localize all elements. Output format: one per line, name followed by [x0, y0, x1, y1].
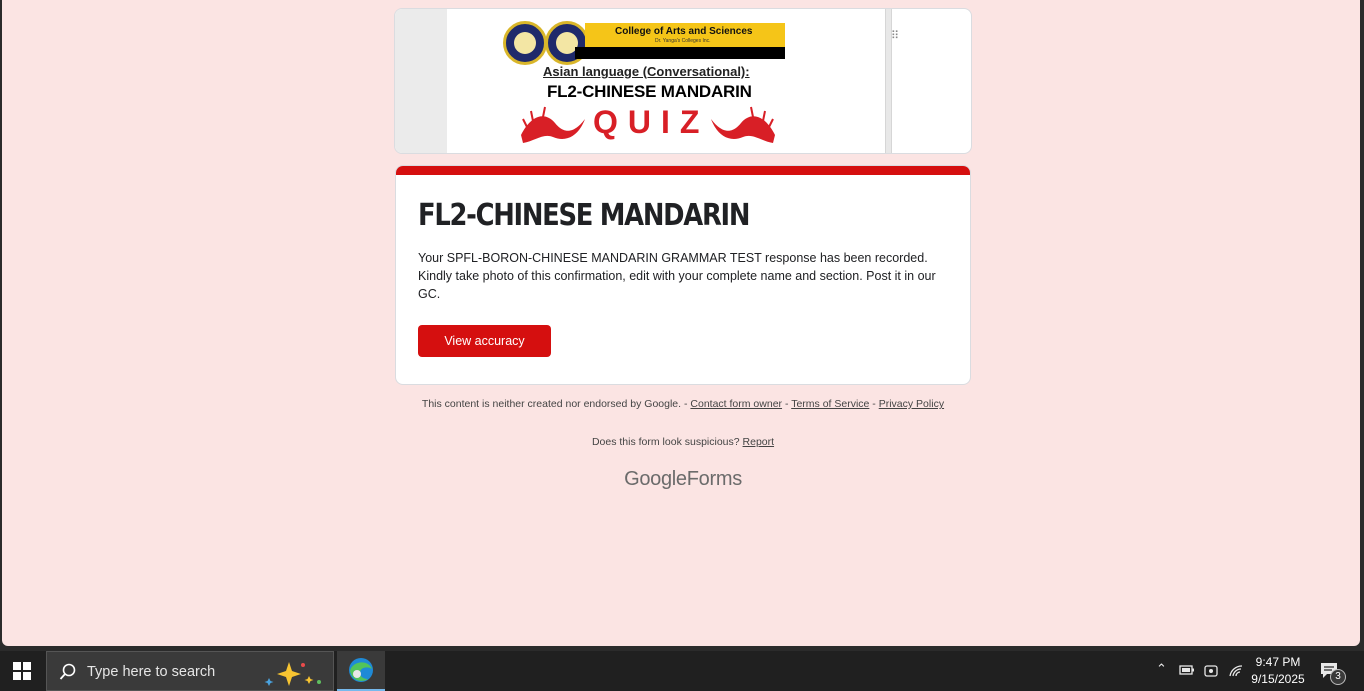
terms-link[interactable]: Terms of Service: [791, 398, 869, 410]
separator: -: [872, 398, 876, 410]
taskbar-clock[interactable]: 9:47 PM 9/15/2025: [1244, 654, 1312, 688]
privacy-link[interactable]: Privacy Policy: [879, 398, 944, 410]
taskbar: Type here to search ⌃ 9:47 PM 9/15/2025: [0, 651, 1364, 691]
battery-icon[interactable]: [1179, 664, 1195, 676]
banner-subtitle: Asian language (Conversational):: [543, 64, 750, 79]
college-seal-icon: [503, 21, 547, 65]
view-accuracy-button[interactable]: View accuracy: [418, 325, 551, 357]
start-button[interactable]: [0, 651, 44, 691]
report-link[interactable]: Report: [743, 436, 775, 448]
suspicious-text: Does this form look suspicious?: [591, 436, 740, 448]
windows-icon: [13, 662, 31, 680]
form-header-banner: College of Arts and Sciences Dr. Yanga's…: [394, 8, 972, 154]
sparkle-icon: [264, 662, 321, 686]
separator: -: [784, 398, 789, 410]
taskbar-search-box[interactable]: Type here to search: [46, 651, 334, 691]
search-placeholder: Type here to search: [87, 664, 216, 680]
college-name-bar: College of Arts and Sciences Dr. Yanga's…: [585, 23, 785, 47]
card-accent-bar: [396, 166, 970, 175]
form-title: FL2-CHINESE MANDARIN: [418, 198, 750, 233]
disclaimer-text: This content is neither created nor endo…: [421, 398, 688, 410]
confirmation-message: Your SPFL-BORON-CHINESE MANDARIN GRAMMAR…: [418, 251, 936, 301]
college-subname: Dr. Yanga's Colleges Inc.: [655, 38, 711, 44]
clock-date: 9/15/2025: [1251, 672, 1305, 686]
college-name: College of Arts and Sciences: [615, 26, 753, 37]
confirmation-card: FL2-CHINESE MANDARIN Your SPFL-BORON-CHI…: [395, 165, 971, 385]
drag-handle-icon: ⠿: [891, 29, 900, 42]
suspicious-notice: Does this form look suspicious? Report: [395, 436, 971, 448]
logo-google: Google: [624, 468, 687, 490]
browser-content: College of Arts and Sciences Dr. Yanga's…: [2, 0, 1360, 646]
meet-now-icon[interactable]: [1204, 663, 1218, 679]
logo-forms: Forms: [686, 468, 742, 490]
edge-taskbar-button[interactable]: [337, 651, 385, 691]
dragon-left-icon: [521, 106, 585, 143]
clock-time: 9:47 PM: [1255, 655, 1301, 669]
dragon-right-icon: [711, 106, 775, 143]
edge-icon: [349, 658, 373, 682]
contact-owner-link[interactable]: Contact form owner: [690, 398, 782, 410]
banner-course-title: FL2-CHINESE MANDARIN: [547, 82, 752, 101]
banner-margin: [395, 9, 447, 153]
google-forms-logo[interactable]: GoogleForms: [395, 468, 971, 491]
footer-disclaimer: This content is neither created nor endo…: [395, 398, 971, 411]
notification-badge: 3: [1330, 669, 1346, 685]
quiz-word: QUIZ: [593, 104, 710, 140]
search-icon: [59, 663, 76, 680]
chevron-up-icon[interactable]: ⌃: [1156, 662, 1167, 677]
banner-black-bar: [575, 47, 785, 59]
wifi-icon[interactable]: [1228, 664, 1244, 678]
